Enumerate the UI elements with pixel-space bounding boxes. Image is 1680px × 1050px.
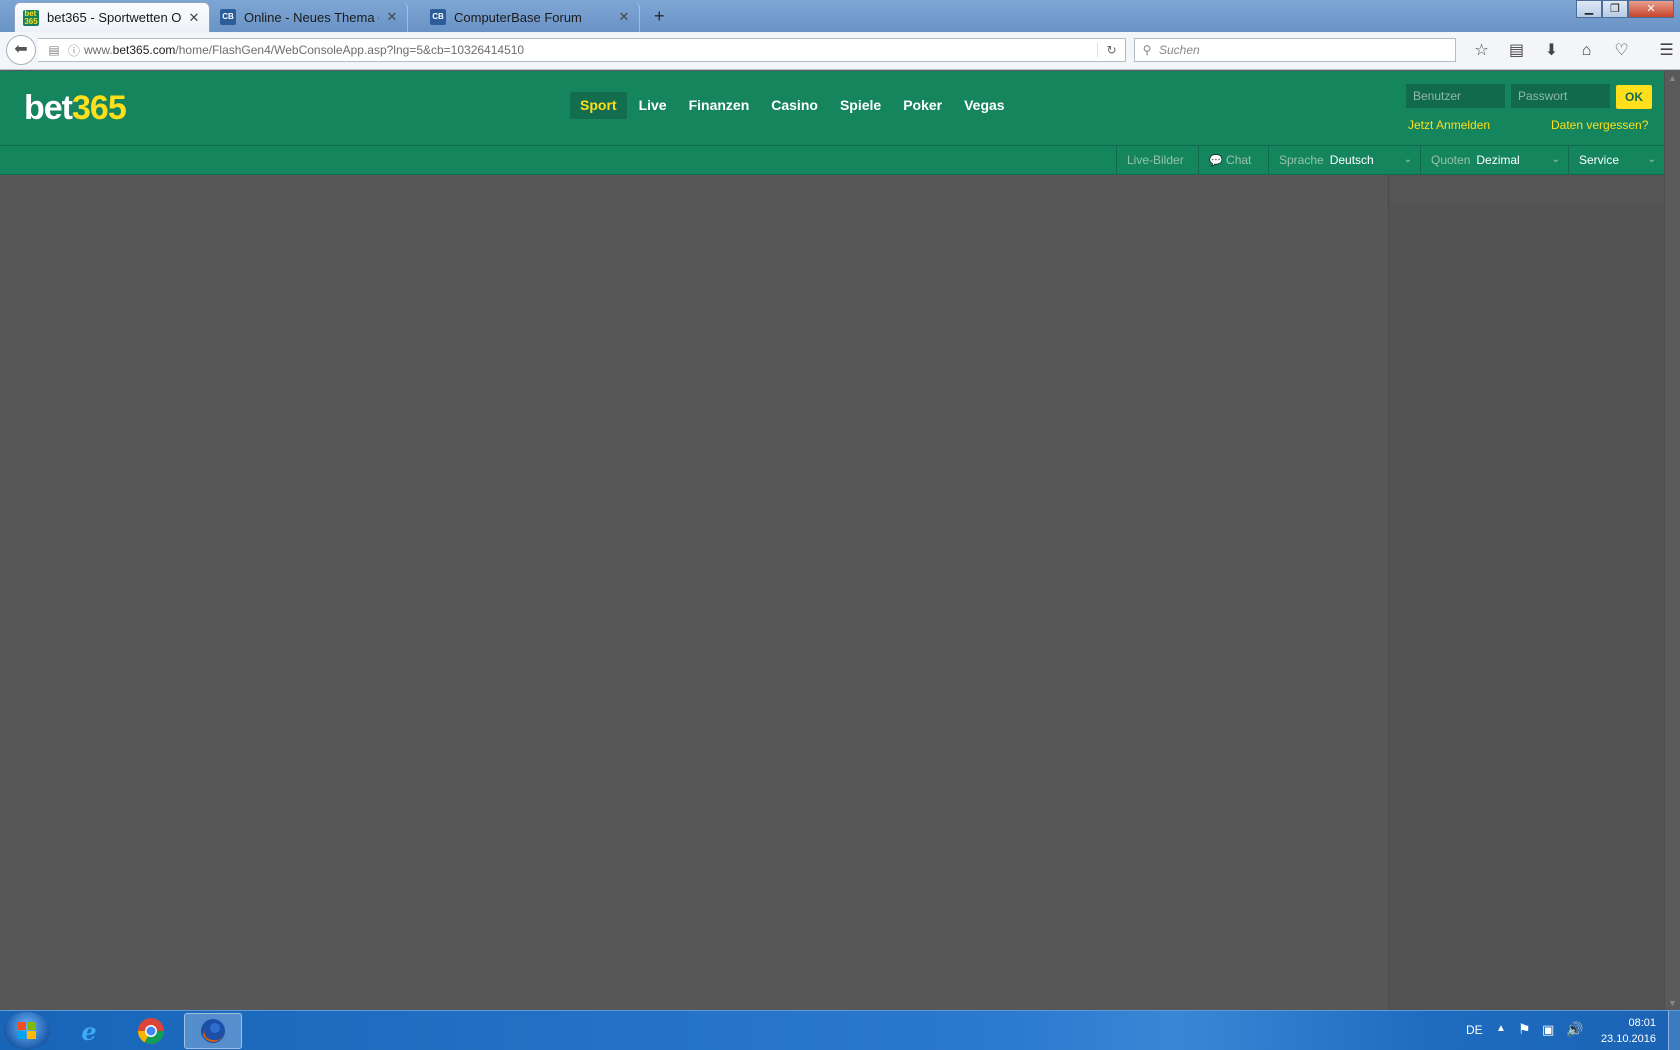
logo-main-text: bet	[24, 89, 73, 127]
right-side-panel	[1388, 175, 1665, 1010]
close-tab-icon[interactable]: ✕	[187, 10, 201, 26]
chrome-icon[interactable]	[122, 1013, 180, 1049]
scroll-down-icon[interactable]: ▼	[1668, 998, 1677, 1008]
input-language-indicator[interactable]: DE	[1466, 1023, 1483, 1050]
bet365-favicon-icon: bet 365	[23, 8, 39, 26]
language-code: DE	[1466, 1023, 1483, 1037]
nav-spiele[interactable]: Spiele	[830, 92, 891, 119]
downloads-icon[interactable]: ⬇	[1534, 38, 1569, 64]
live-bilder-label: Live-Bilder	[1127, 153, 1184, 167]
chevron-down-icon: ⌄	[1647, 154, 1656, 165]
service-label: Service	[1579, 153, 1620, 167]
service-menu[interactable]: Service ⌄	[1568, 146, 1664, 174]
odds-value: Dezimal	[1476, 153, 1520, 167]
bookmarks-list-icon[interactable]: ▤	[1499, 38, 1534, 64]
clock-date: 23.10.2016	[1600, 1033, 1656, 1045]
back-arrow-icon[interactable]: ⬅	[6, 35, 36, 65]
site-header: bet365 Sport Live Finanzen Casino Spiele…	[0, 71, 1664, 145]
address-bar[interactable]: ▤ ⓘ www.bet365.com/home/FlashGen4/WebCon…	[38, 38, 1126, 62]
page-scrollbar[interactable]: ▲ ▼	[1664, 71, 1680, 1010]
main-navigation: Sport Live Finanzen Casino Spiele Poker …	[570, 92, 1017, 119]
restore-icon[interactable]: ❐	[1602, 0, 1628, 18]
nav-casino[interactable]: Casino	[761, 92, 828, 119]
login-ok-button[interactable]: OK	[1616, 85, 1652, 109]
tab-title: ComputerBase Forum	[454, 9, 582, 25]
tab-computerbase-forum[interactable]: CB ComputerBase Forum ✕	[422, 2, 640, 32]
windows-logo-icon	[17, 1022, 37, 1040]
chat-link[interactable]: 💬 Chat	[1198, 146, 1268, 174]
chat-bubble-icon: 💬	[1209, 155, 1223, 167]
forgot-credentials-link[interactable]: Daten vergessen?	[1551, 118, 1648, 132]
clock-time: 08:01	[1628, 1017, 1656, 1029]
bet365-logo[interactable]: bet365	[24, 89, 127, 128]
volume-icon[interactable]: 🔊	[1566, 1021, 1583, 1050]
chevron-down-icon: ⌄	[1551, 154, 1560, 165]
nav-live[interactable]: Live	[629, 92, 677, 119]
browser-tab-strip: bet365 bet365 - Sportwetten Online ✕ CB …	[0, 0, 1680, 32]
tab-title: bet365 - Sportwetten Online	[47, 10, 181, 25]
browser-navigation-bar: ⬅ ▤ ⓘ www.bet365.com/home/FlashGen4/WebC…	[0, 32, 1680, 70]
live-bilder-link[interactable]: Live-Bilder	[1116, 146, 1198, 174]
action-center-flag-icon[interactable]: ⚑	[1518, 1021, 1531, 1050]
reader-view-icon[interactable]: ▤	[44, 43, 64, 57]
reload-icon[interactable]: ↻	[1097, 43, 1125, 57]
window-controls: ▁ ❐ ✕	[1576, 0, 1674, 18]
logo-accent-text: 365	[72, 89, 127, 127]
computerbase-favicon-icon: CB	[430, 9, 446, 25]
start-button[interactable]	[4, 1012, 50, 1050]
computerbase-favicon-icon: CB	[220, 9, 236, 25]
url-text[interactable]: www.bet365.com/home/FlashGen4/WebConsole…	[84, 43, 1097, 57]
show-desktop-button[interactable]	[1668, 1011, 1680, 1050]
username-field[interactable]: Benutzer	[1406, 84, 1505, 108]
password-field[interactable]: Passwort	[1511, 84, 1610, 108]
nav-finanzen[interactable]: Finanzen	[679, 92, 760, 119]
close-window-icon[interactable]: ✕	[1628, 0, 1674, 18]
tab-title: Online - Neues Thema erst...	[244, 9, 379, 25]
new-tab-plus-icon[interactable]: +	[654, 6, 665, 27]
url-prefix: www.	[84, 43, 113, 57]
language-label: Sprache	[1279, 153, 1324, 167]
home-icon[interactable]: ⌂	[1569, 38, 1604, 64]
menu-hamburger-icon[interactable]: ☰	[1649, 38, 1680, 64]
internet-explorer-icon[interactable]: e	[60, 1013, 118, 1049]
odds-format-selector[interactable]: Quoten Dezimal ⌄	[1420, 146, 1568, 174]
url-host: bet365.com	[112, 43, 176, 57]
bookmark-star-icon[interactable]: ☆	[1464, 38, 1499, 64]
language-selector[interactable]: Sprache Deutsch ⌄	[1268, 146, 1420, 174]
search-placeholder: Suchen	[1159, 43, 1200, 57]
nav-sport[interactable]: Sport	[570, 92, 627, 119]
tab-online-neues-thema[interactable]: CB Online - Neues Thema erst... ✕	[212, 2, 408, 32]
chevron-down-icon: ⌄	[1403, 154, 1412, 165]
close-tab-icon[interactable]: ✕	[385, 9, 399, 25]
minimize-icon[interactable]: ▁	[1576, 0, 1602, 18]
pocket-icon[interactable]: ♡	[1604, 38, 1639, 64]
main-content-area	[0, 175, 1388, 1010]
system-clock[interactable]: 08:01 23.10.2016	[1582, 1015, 1656, 1047]
toolbar-icons: ☆ ▤ ⬇ ⌂ ♡ ☰	[1464, 38, 1680, 64]
site-subbar: Live-Bilder 💬 Chat Sprache Deutsch ⌄ Quote…	[0, 145, 1664, 175]
site-info-icon[interactable]: ⓘ	[64, 42, 84, 59]
show-hidden-icons-icon[interactable]: ▲	[1496, 1023, 1506, 1050]
nav-poker[interactable]: Poker	[893, 92, 952, 119]
firefox-icon[interactable]	[184, 1013, 242, 1049]
close-tab-icon[interactable]: ✕	[617, 9, 631, 25]
register-link[interactable]: Jetzt Anmelden	[1408, 118, 1490, 132]
side-panel-header	[1389, 175, 1665, 205]
windows-taskbar: e DE ▲ ⚑ ▣ 🔊 08:01 23.10.2016	[0, 1010, 1680, 1050]
chat-label: Chat	[1226, 153, 1252, 167]
scroll-up-icon[interactable]: ▲	[1668, 73, 1677, 83]
search-field[interactable]: ⚲ Suchen	[1134, 38, 1456, 62]
url-path: /home/FlashGen4/WebConsoleApp.asp?lng=5&…	[175, 43, 525, 57]
nav-vegas[interactable]: Vegas	[954, 92, 1014, 119]
odds-label: Quoten	[1431, 153, 1471, 167]
tab-bet365[interactable]: bet365 bet365 - Sportwetten Online ✕	[14, 2, 210, 32]
network-icon[interactable]: ▣	[1542, 1022, 1554, 1050]
language-value: Deutsch	[1329, 153, 1374, 167]
search-icon: ⚲	[1142, 43, 1152, 57]
